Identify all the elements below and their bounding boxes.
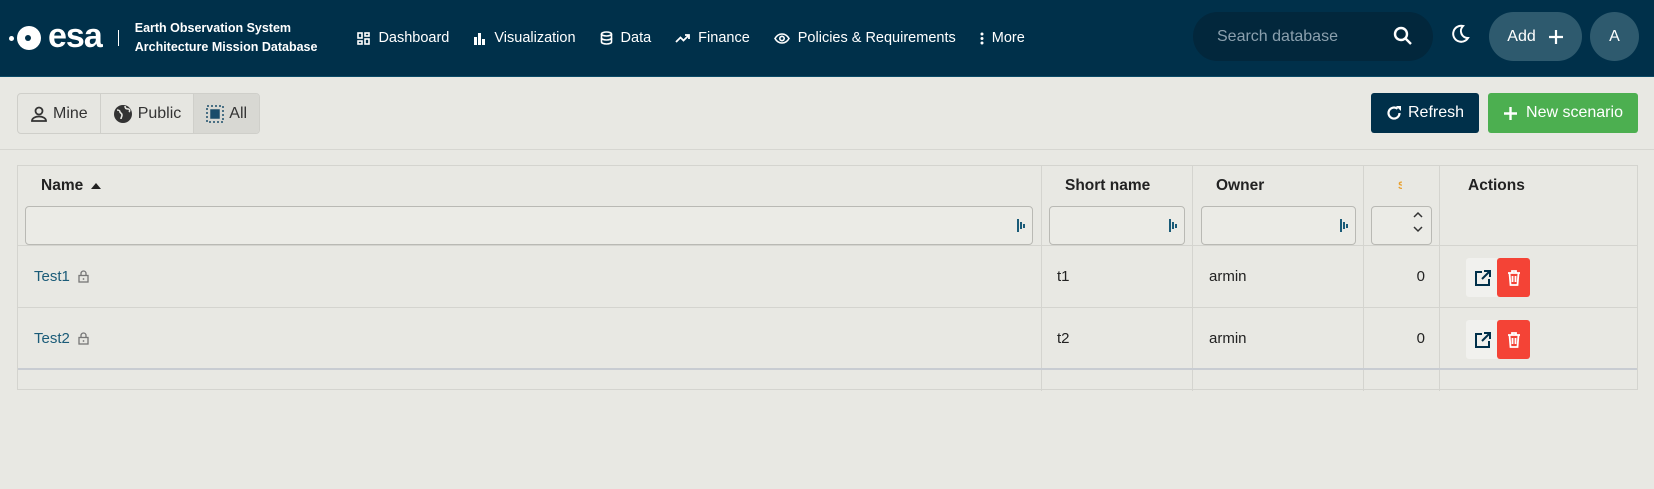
column-header-actions: Actions	[1468, 177, 1525, 194]
name-filter-input[interactable]	[25, 206, 1033, 245]
trash-icon	[1507, 332, 1520, 348]
nav-item-dashboard[interactable]: Dashboard	[357, 0, 449, 76]
owner-cell: armin	[1209, 268, 1247, 285]
plus-icon	[1504, 106, 1518, 120]
nav-label-policies: Policies & Requirements	[797, 30, 956, 46]
eye-icon	[773, 32, 790, 44]
nav-label-data: Data	[620, 30, 652, 46]
short-name-cell: t1	[1057, 268, 1070, 285]
nav-item-more[interactable]: More	[980, 0, 1025, 76]
filter-icon[interactable]	[1017, 219, 1026, 232]
table-row[interactable]: Test2 t2 armin 0	[18, 308, 1637, 370]
filter-public-label: Public	[137, 104, 182, 122]
nav-label-more: More	[991, 30, 1025, 46]
count-filter-input[interactable]	[1371, 206, 1432, 245]
search-input[interactable]	[1217, 27, 1387, 46]
nav-item-visualization[interactable]: Visualization	[473, 0, 576, 76]
table-row[interactable]: Test1 t1 armin 0	[18, 246, 1637, 308]
delete-scenario-button[interactable]	[1497, 320, 1530, 359]
top-navigation-bar: esa Earth Observation System Architectur…	[0, 0, 1654, 77]
name-cell: Test2	[34, 308, 89, 368]
lock-icon	[78, 270, 89, 283]
refresh-label: Refresh	[1407, 104, 1465, 121]
nav-label-visualization: Visualization	[494, 30, 576, 46]
globe-icon	[113, 104, 132, 123]
search-bar	[1193, 12, 1433, 61]
esa-logo-icon	[9, 26, 41, 50]
refresh-icon	[1387, 106, 1401, 120]
filter-icon[interactable]	[1169, 219, 1178, 232]
bar-chart-icon	[474, 32, 486, 45]
lock-icon	[78, 331, 89, 345]
brand[interactable]: esa Earth Observation System Architectur…	[9, 17, 318, 57]
short-name-cell: t2	[1057, 329, 1070, 347]
add-button[interactable]: Add	[1489, 12, 1582, 61]
database-icon	[600, 31, 612, 45]
nav-item-policies[interactable]: Policies & Requirements	[773, 0, 956, 76]
open-in-new-icon	[1474, 269, 1491, 286]
person-icon	[31, 106, 47, 122]
count-cell: 0	[1416, 268, 1425, 285]
app-title-line2: Architecture Mission Database	[134, 40, 318, 54]
nav-label-dashboard: Dashboard	[378, 30, 450, 46]
scenario-name-link[interactable]: Test2	[34, 330, 70, 347]
count-cell: 0	[1416, 329, 1425, 347]
column-header-name-label: Name	[41, 177, 84, 194]
filter-mine-label: Mine	[53, 104, 88, 122]
dark-mode-moon-icon[interactable]	[1450, 24, 1470, 44]
trash-icon	[1507, 270, 1520, 286]
refresh-button[interactable]: Refresh	[1371, 93, 1479, 133]
filter-all-button[interactable]: All	[194, 94, 260, 133]
main-nav: Dashboard Visualization Data Finance Pol…	[357, 0, 1048, 76]
nav-label-finance: Finance	[698, 30, 750, 46]
column-header-name[interactable]: Name	[41, 166, 102, 206]
new-scenario-label: New scenario	[1526, 104, 1623, 121]
open-scenario-button[interactable]	[1466, 320, 1499, 359]
table-filter-row	[18, 206, 1637, 246]
filter-mine-button[interactable]: Mine	[18, 94, 101, 133]
filter-all-label: All	[229, 104, 248, 122]
scenarios-table: Name Short name Owner S Actions Test1 t1…	[17, 165, 1638, 391]
ownership-filter-group: Mine Public All	[17, 93, 261, 134]
nav-item-finance[interactable]: Finance	[675, 0, 750, 76]
sort-ascending-icon[interactable]	[91, 183, 102, 189]
search-icon[interactable]	[1393, 26, 1413, 46]
short-name-filter-input[interactable]	[1049, 206, 1185, 245]
plus-icon	[1548, 29, 1563, 44]
trending-up-icon	[675, 34, 691, 43]
filter-icon[interactable]	[1340, 219, 1349, 232]
chevron-up-icon[interactable]	[1413, 211, 1423, 218]
toolbar-divider	[0, 149, 1654, 150]
owner-filter-input[interactable]	[1201, 206, 1356, 245]
esa-logo-text: esa	[48, 17, 103, 55]
delete-scenario-button[interactable]	[1497, 258, 1530, 297]
new-scenario-button[interactable]: New scenario	[1488, 93, 1638, 133]
user-avatar[interactable]: A	[1590, 12, 1639, 61]
column-header-owner[interactable]: Owner	[1216, 166, 1264, 206]
nav-item-data[interactable]: Data	[600, 0, 652, 76]
filter-public-button[interactable]: Public	[101, 94, 195, 133]
owner-cell: armin	[1209, 329, 1247, 347]
dashboard-icon	[357, 31, 371, 45]
open-scenario-button[interactable]	[1466, 258, 1499, 297]
column-header-count[interactable]: S	[1398, 166, 1402, 206]
select-all-icon	[206, 104, 225, 123]
chevron-down-icon[interactable]	[1413, 226, 1423, 233]
add-button-label: Add	[1507, 27, 1536, 45]
more-vertical-icon	[980, 32, 984, 44]
app-title-line1: Earth Observation System	[134, 21, 292, 35]
app-title: Earth Observation System Architecture Mi…	[135, 19, 318, 57]
brand-separator	[117, 30, 119, 46]
scenario-name-link[interactable]: Test1	[34, 268, 70, 285]
name-cell: Test1	[34, 246, 89, 307]
number-stepper[interactable]	[1413, 211, 1423, 233]
open-in-new-icon	[1474, 331, 1491, 348]
column-header-short-name[interactable]: Short name	[1065, 166, 1150, 206]
table-header-row: Name Short name Owner S Actions	[18, 166, 1637, 206]
